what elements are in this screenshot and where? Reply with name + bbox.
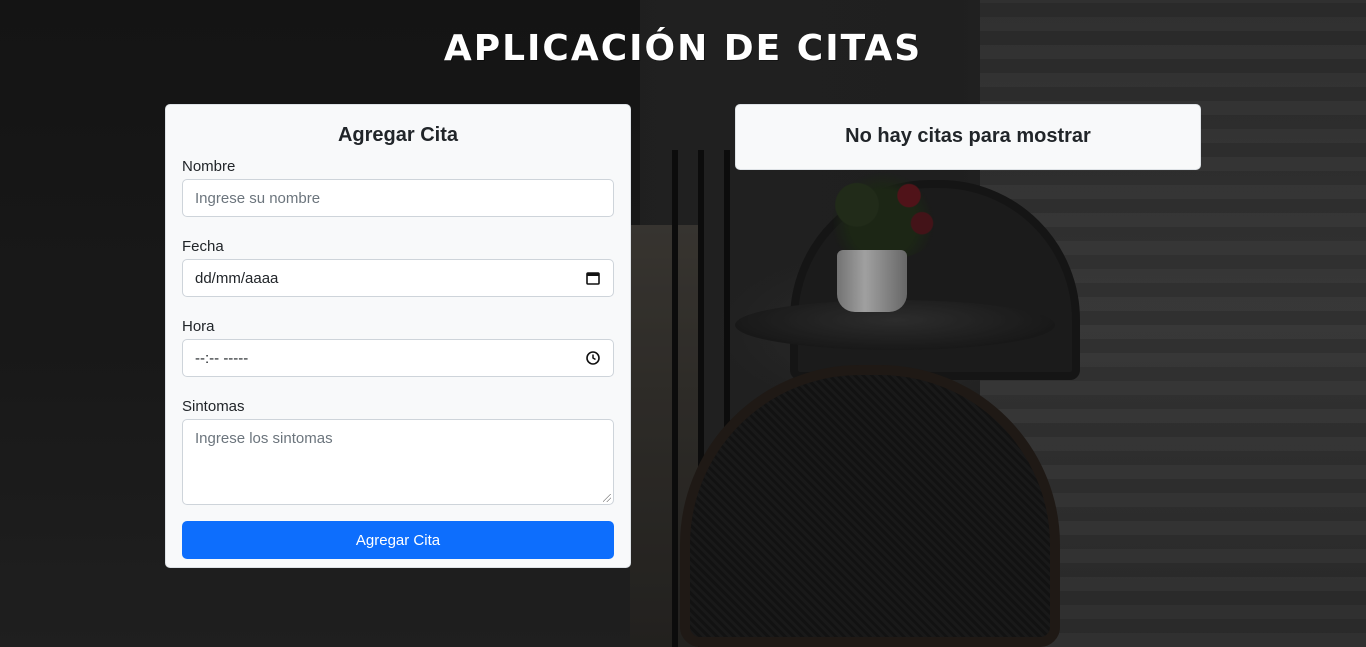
- date-value: dd/mm/aaaa: [195, 269, 279, 287]
- name-input[interactable]: Ingrese su nombre: [182, 179, 614, 217]
- date-group: Fecha dd/mm/aaaa: [182, 237, 614, 297]
- symptoms-placeholder: Ingrese los sintomas: [195, 430, 333, 447]
- resize-handle-icon[interactable]: [603, 494, 611, 502]
- name-label: Nombre: [182, 158, 236, 175]
- empty-list-message: No hay citas para mostrar: [845, 125, 1091, 147]
- time-label: Hora: [182, 318, 215, 335]
- date-label: Fecha: [182, 238, 224, 255]
- time-group: Hora --:-- -----: [182, 317, 614, 377]
- add-appointment-button[interactable]: Agregar Cita: [182, 521, 614, 559]
- appointments-list-card: No hay citas para mostrar: [735, 104, 1201, 170]
- page-title: APLICACIÓN DE CITAS: [443, 28, 923, 69]
- name-group: Nombre Ingrese su nombre: [182, 157, 614, 217]
- symptoms-group: Sintomas Ingrese los sintomas: [182, 397, 614, 505]
- name-placeholder: Ingrese su nombre: [195, 189, 321, 207]
- calendar-icon[interactable]: [585, 270, 601, 286]
- symptoms-label: Sintomas: [182, 398, 245, 415]
- time-input[interactable]: --:-- -----: [182, 339, 614, 377]
- time-value: --:-- -----: [195, 349, 249, 367]
- clock-icon[interactable]: [585, 350, 601, 366]
- date-input[interactable]: dd/mm/aaaa: [182, 259, 614, 297]
- symptoms-textarea[interactable]: Ingrese los sintomas: [182, 419, 614, 505]
- form-title: Agregar Cita: [337, 124, 459, 146]
- add-appointment-card: Agregar Cita Nombre Ingrese su nombre Fe…: [165, 104, 631, 568]
